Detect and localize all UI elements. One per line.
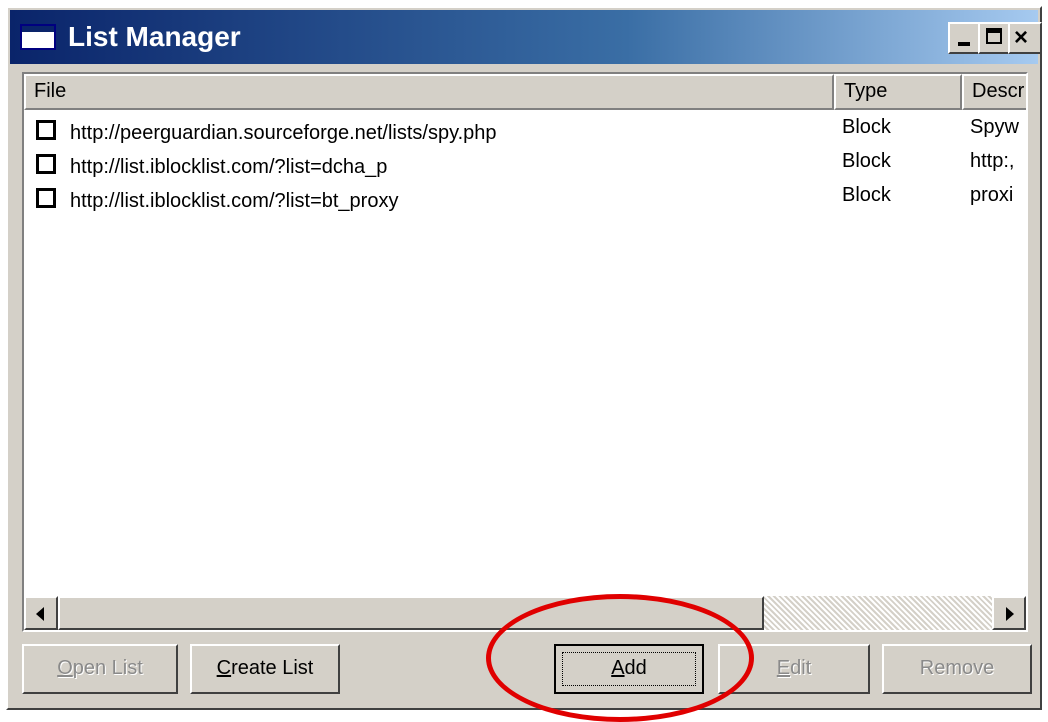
- row-description: proxi: [970, 184, 1014, 206]
- window-app-icon: [20, 24, 56, 50]
- list-view[interactable]: File Type Descr http://peerguardian.sour…: [22, 72, 1028, 632]
- arrow-right-icon: [1006, 607, 1014, 621]
- row-type: Block: [842, 150, 891, 172]
- add-accel: A: [611, 657, 625, 679]
- list-row[interactable]: http://list.iblocklist.com/?list=dcha_p …: [24, 148, 1026, 182]
- window-title: List Manager: [68, 21, 241, 52]
- scrollbar-track[interactable]: [764, 596, 992, 630]
- list-row[interactable]: http://list.iblocklist.com/?list=bt_prox…: [24, 182, 1026, 216]
- column-headers: File Type Descr: [24, 74, 1026, 110]
- open-list-label: pen List: [72, 657, 143, 679]
- row-type: Block: [842, 184, 891, 206]
- edit-accel: E: [776, 657, 791, 679]
- row-checkbox[interactable]: [36, 154, 56, 174]
- scroll-left-button[interactable]: [24, 596, 58, 630]
- remove-button[interactable]: Remove: [882, 644, 1032, 694]
- open-list-accel: O: [57, 657, 73, 679]
- horizontal-scrollbar[interactable]: [24, 596, 1026, 630]
- add-button[interactable]: Add: [554, 644, 704, 694]
- row-description: Spyw: [970, 116, 1019, 138]
- maximize-button[interactable]: [978, 22, 1012, 54]
- title-bar[interactable]: List Manager ×: [10, 10, 1042, 64]
- minimize-button[interactable]: [948, 22, 982, 54]
- edit-label: dit: [790, 657, 812, 679]
- remove-label: Remove: [919, 657, 995, 679]
- row-file: http://peerguardian.sourceforge.net/list…: [70, 122, 497, 144]
- create-list-label: reate List: [231, 657, 314, 679]
- add-label: dd: [624, 657, 647, 679]
- close-icon: ×: [1014, 24, 1029, 51]
- close-button[interactable]: ×: [1008, 22, 1042, 54]
- row-description: http:,: [970, 150, 1015, 172]
- create-list-accel: C: [216, 657, 232, 679]
- row-checkbox[interactable]: [36, 188, 56, 208]
- row-file: http://list.iblocklist.com/?list=bt_prox…: [70, 190, 399, 212]
- row-type: Block: [842, 116, 891, 138]
- arrow-left-icon: [36, 607, 44, 621]
- column-header-description[interactable]: Descr: [962, 74, 1026, 110]
- list-row[interactable]: http://peerguardian.sourceforge.net/list…: [24, 114, 1026, 148]
- row-file: http://list.iblocklist.com/?list=dcha_p: [70, 156, 388, 178]
- row-checkbox[interactable]: [36, 120, 56, 140]
- column-header-type[interactable]: Type: [834, 74, 962, 110]
- edit-button[interactable]: Edit: [718, 644, 870, 694]
- column-header-file[interactable]: File: [24, 74, 834, 110]
- open-list-button[interactable]: Open List: [22, 644, 178, 694]
- create-list-button[interactable]: Create List: [190, 644, 340, 694]
- scrollbar-thumb[interactable]: [58, 596, 764, 630]
- scroll-right-button[interactable]: [992, 596, 1026, 630]
